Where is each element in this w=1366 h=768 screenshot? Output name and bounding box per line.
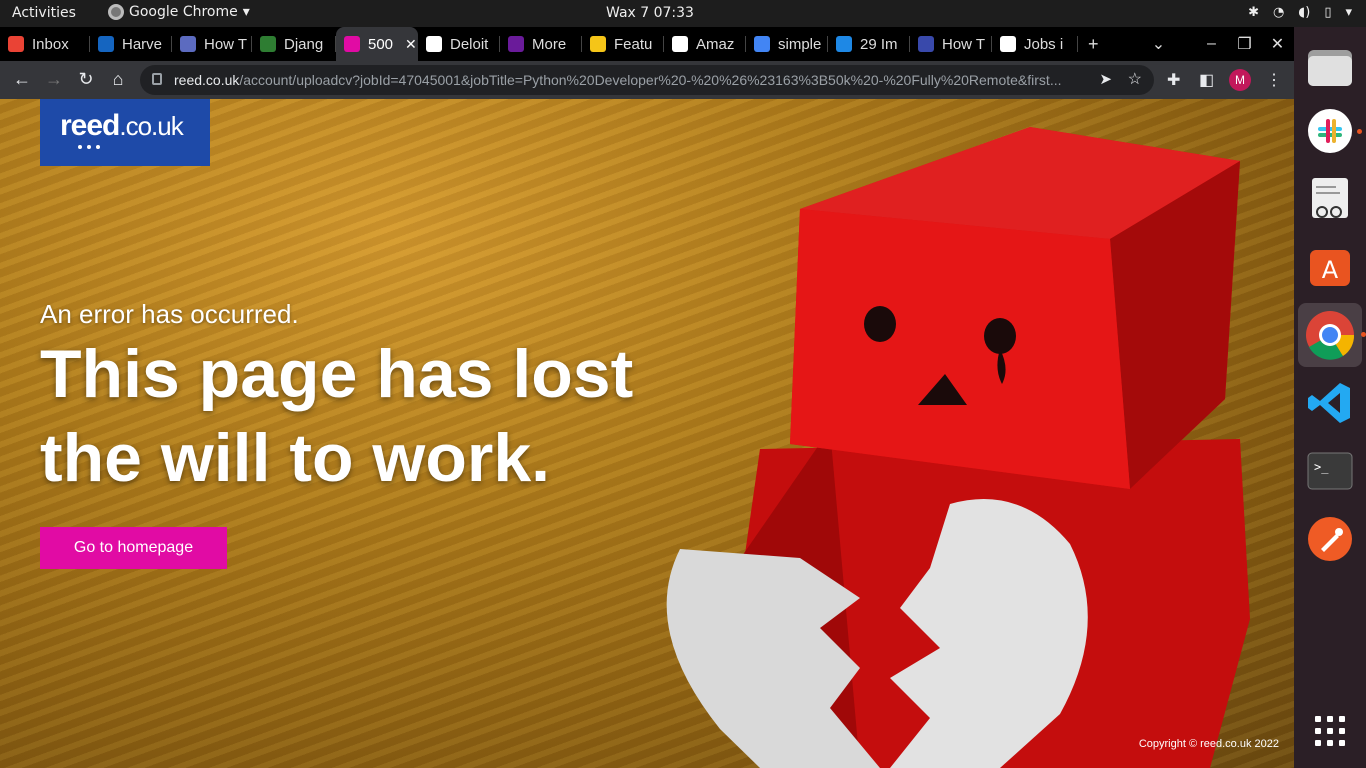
svg-text:A: A [1322, 256, 1339, 284]
wifi-icon: ◔ [1273, 5, 1285, 20]
app-menu[interactable]: Google Chrome ▾ [108, 4, 250, 20]
tab-label: Harve [122, 35, 163, 53]
f-icon [508, 36, 524, 52]
vscode-icon[interactable] [1306, 379, 1354, 427]
new-tab-button[interactable]: + [1078, 34, 1109, 55]
tab-3[interactable]: How T [172, 27, 252, 61]
tab-12[interactable]: How T [910, 27, 992, 61]
slack-icon[interactable] [1306, 107, 1362, 155]
menu-kebab-icon[interactable]: ⋮ [1266, 70, 1282, 90]
url-text[interactable]: reed.co.uk/account/uploadcv?jobId=470450… [174, 72, 1088, 88]
extensions-icon[interactable]: ✚ [1167, 70, 1180, 90]
go-to-homepage-button[interactable]: Go to homepage [40, 527, 227, 569]
page-content: reed.co.uk An error has occurred. This p… [0, 99, 1294, 768]
tab-label: simple [778, 35, 822, 53]
forward-icon[interactable]: → [43, 69, 65, 90]
tab-5[interactable]: 500 ✕ [336, 27, 418, 61]
error-title: This page has lost the will to work. [40, 336, 634, 496]
chart-icon [836, 36, 852, 52]
system-top-bar: Activities Google Chrome ▾ Wax 7 07:33 ✱… [0, 0, 1366, 27]
chevron-down-icon: ▾ [1345, 5, 1352, 20]
chrome-icon [108, 4, 124, 20]
ubuntu-dock: A >_ [1294, 27, 1366, 768]
tab-label: Featu [614, 35, 653, 53]
chrome-icon[interactable] [1298, 303, 1366, 367]
sad-box-robot-image [666, 127, 1250, 768]
app-name: Google Chrome [129, 4, 238, 20]
lock-icon[interactable] [152, 73, 162, 85]
system-tray[interactable]: ✱ ◔ ◖) ▯ ▾ [1248, 5, 1352, 20]
tab-label: Inbox [32, 35, 69, 53]
logo-dots [78, 145, 100, 149]
running-indicator [1361, 332, 1366, 337]
tab-8[interactable]: Featu [582, 27, 664, 61]
tab-7[interactable]: More [500, 27, 582, 61]
window-controls: ⌄ – ❐ ✕ [1142, 27, 1294, 61]
tab-13[interactable]: Jobs i [992, 27, 1078, 61]
harvest-icon [98, 36, 114, 52]
volume-icon: ◖) [1298, 5, 1311, 20]
reed-icon [344, 36, 360, 52]
chevron-down-icon: ▾ [242, 4, 250, 20]
svg-text:>_: >_ [1314, 460, 1329, 474]
info-icon [918, 36, 934, 52]
logo-text: reed.co.uk [60, 109, 184, 142]
bookmark-star-icon[interactable]: ☆ [1128, 69, 1142, 89]
back-icon[interactable]: ← [11, 69, 33, 90]
tab-label: 500 [368, 35, 394, 53]
side-panel-icon[interactable]: ◧ [1199, 70, 1214, 90]
activities-button[interactable]: Activities [12, 5, 76, 21]
error-subtitle: An error has occurred. [40, 299, 299, 329]
reed-logo[interactable]: reed.co.uk [40, 99, 210, 166]
minimize-icon[interactable]: – [1195, 35, 1228, 53]
amazon-icon [672, 36, 688, 52]
files-icon[interactable] [1306, 42, 1354, 90]
profile-avatar[interactable]: M [1229, 69, 1251, 91]
browser-toolbar: ← → ↻ ⌂ reed.co.uk/account/uploadcv?jobI… [0, 61, 1294, 99]
tab-label: Djang [284, 35, 324, 53]
tab-1[interactable]: Inbox [0, 27, 90, 61]
close-tab-icon[interactable]: ✕ [405, 36, 417, 53]
battery-icon: ▯ [1324, 5, 1332, 20]
gmail-icon [8, 36, 24, 52]
mjm-icon [1000, 36, 1016, 52]
tab-strip: Inbox Harve How T Djang 500 ✕ Deloit More Featu A… [0, 27, 1294, 61]
tab-label: More [532, 35, 567, 53]
close-icon[interactable]: ✕ [1261, 34, 1294, 54]
reload-icon[interactable]: ↻ [75, 69, 97, 90]
tab-separator [1077, 36, 1078, 52]
google-icon [754, 36, 770, 52]
tab-10[interactable]: simple [746, 27, 828, 61]
globe-icon [426, 36, 442, 52]
tab-6[interactable]: Deloit [418, 27, 500, 61]
send-icon[interactable]: ➤ [1099, 70, 1112, 88]
tab-label: Deloit [450, 35, 489, 53]
home-icon[interactable]: ⌂ [107, 69, 129, 90]
terminal-icon[interactable]: >_ [1306, 447, 1354, 495]
django-icon [260, 36, 276, 52]
clock[interactable]: Wax 7 07:33 [606, 5, 694, 21]
tab-2[interactable]: Harve [90, 27, 172, 61]
tab-label: Jobs i [1024, 35, 1064, 53]
tab-4[interactable]: Djang [252, 27, 336, 61]
maximize-icon[interactable]: ❐ [1228, 34, 1261, 54]
tab-label: How T [204, 35, 248, 53]
tab-label: 29 Im [860, 35, 898, 53]
imdb-icon [590, 36, 606, 52]
tab-search-icon[interactable]: ⌄ [1142, 34, 1175, 54]
copyright-text: Copyright © reed.co.uk 2022 [1138, 738, 1279, 750]
tab-label: How T [942, 35, 986, 53]
address-bar[interactable]: reed.co.uk/account/uploadcv?jobId=470450… [140, 65, 1154, 95]
postman-icon[interactable] [1306, 515, 1354, 563]
network-activity-icon: ✱ [1248, 5, 1260, 20]
app-center-icon[interactable]: A [1306, 242, 1354, 290]
document-viewer-icon[interactable] [1306, 174, 1354, 222]
loading-icon [180, 36, 196, 52]
tab-label: Amaz [696, 35, 735, 53]
tab-9[interactable]: Amaz [664, 27, 746, 61]
tab-11[interactable]: 29 Im [828, 27, 910, 61]
running-indicator [1357, 129, 1362, 134]
app-grid-icon[interactable] [1315, 716, 1345, 746]
